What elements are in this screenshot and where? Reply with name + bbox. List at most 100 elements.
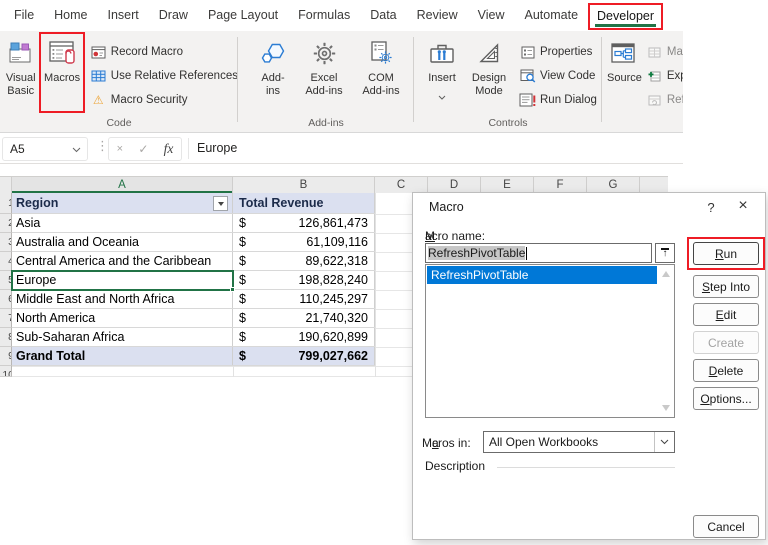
code-small-buttons: Record Macro Use Relative References ⚠ M… (89, 40, 238, 112)
design-mode-button[interactable]: Design Mode (465, 37, 513, 97)
view-code-label: View Code (540, 70, 596, 82)
formula-bar: A5 ⋮ × ✓ fx Europe (0, 134, 683, 164)
table-row: Asia $126,861,473 (12, 214, 375, 233)
options-button[interactable]: Options... (693, 387, 759, 410)
chevron-down-icon[interactable] (72, 142, 81, 156)
source-button[interactable]: Source (607, 37, 642, 85)
cell-amount[interactable]: $61,109,116 (233, 233, 375, 251)
excel-addins-button[interactable]: Excel Add-ins (297, 37, 351, 97)
use-relative-references-button[interactable]: Use Relative References (89, 64, 238, 88)
tab-insert[interactable]: Insert (98, 1, 149, 30)
name-box[interactable]: A5 (2, 137, 88, 161)
macro-list-item-selected[interactable]: RefreshPivotTable (427, 266, 657, 284)
ribbon-group-controls: Insert Design Mode Properties View Code … (414, 31, 602, 132)
macro-name-input[interactable]: RefreshPivotTable (425, 243, 652, 263)
expansion-packs-button[interactable]: Expansion Packs (645, 64, 683, 88)
run-button[interactable]: Run (693, 242, 759, 265)
column-header-a[interactable]: A (12, 177, 233, 194)
tab-review[interactable]: Review (407, 1, 468, 30)
tab-data[interactable]: Data (360, 1, 406, 30)
macro-list[interactable]: RefreshPivotTable (425, 264, 675, 418)
filter-dropdown-icon[interactable] (213, 195, 228, 211)
view-code-button[interactable]: View Code (518, 64, 597, 88)
addins-button[interactable]: Add-ins (251, 37, 295, 97)
run-dialog-button[interactable]: Run Dialog (518, 88, 597, 112)
record-macro-icon (89, 46, 108, 59)
cell-region[interactable]: North America (12, 309, 233, 327)
macros-in-select[interactable]: All Open Workbooks (483, 431, 675, 453)
cell-amount[interactable]: $89,622,318 (233, 252, 375, 270)
row-header-6[interactable]: 6 (0, 290, 12, 309)
row-header-8[interactable]: 8 (0, 328, 12, 347)
edit-button[interactable]: Edit (693, 303, 759, 326)
push-up-button[interactable]: ↑ (655, 243, 675, 263)
record-macro-button[interactable]: Record Macro (89, 40, 238, 64)
formula-input[interactable]: Europe (197, 134, 237, 163)
cell-region[interactable]: Australia and Oceania (12, 233, 233, 251)
properties-button[interactable]: Properties (518, 40, 597, 64)
macros-label: Macros (44, 72, 81, 84)
column-headers: A B C D E F G (0, 176, 668, 194)
cell-region[interactable]: Asia (12, 214, 233, 232)
tab-file[interactable]: File (4, 1, 44, 30)
cancel-button[interactable]: Cancel (693, 515, 759, 538)
row-header-2[interactable]: 2 (0, 214, 12, 233)
select-all-corner[interactable] (0, 177, 12, 194)
table-row: Middle East and North Africa $110,245,29… (12, 290, 375, 309)
cell-region-selected[interactable]: Europe (12, 271, 233, 289)
cell-amount[interactable]: $190,620,899 (233, 328, 375, 346)
map-properties-button[interactable]: Map Properties (645, 40, 683, 64)
row-header-7[interactable]: 7 (0, 309, 12, 328)
row-header-9[interactable]: 9 (0, 347, 12, 366)
close-icon[interactable]: × (735, 197, 751, 215)
cell-grand-total-label[interactable]: Grand Total (12, 347, 233, 365)
scroll-down-icon[interactable] (662, 405, 670, 411)
tab-formulas[interactable]: Formulas (288, 1, 360, 30)
chevron-down-icon[interactable] (654, 432, 674, 452)
row-header-3[interactable]: 3 (0, 233, 12, 252)
row-header-5[interactable]: 5 (0, 271, 12, 290)
visual-basic-button[interactable]: Visual Basic (1, 37, 40, 97)
excel-addins-label: Excel (310, 72, 338, 84)
text-caret (526, 246, 528, 260)
step-into-button[interactable]: Step Into (693, 275, 759, 298)
cell-grand-total-amount[interactable]: $799,027,662 (233, 347, 375, 365)
cell-region[interactable]: Sub-Saharan Africa (12, 328, 233, 346)
ribbon-group-xml: Source Map Properties (602, 31, 683, 132)
help-button[interactable]: ? (705, 200, 717, 215)
cell-region[interactable]: Central America and the Caribbean (12, 252, 233, 270)
com-addins-button[interactable]: COM Add-ins (353, 37, 409, 97)
insert-function-icon[interactable]: fx (164, 141, 174, 157)
cell-amount[interactable]: $198,828,240 (233, 271, 375, 289)
tab-automate[interactable]: Automate (515, 1, 589, 30)
row-header-10[interactable]: 10 (0, 366, 12, 377)
tab-view[interactable]: View (468, 1, 515, 30)
cell-region-header[interactable]: Region (12, 193, 233, 213)
cell-amount[interactable]: $21,740,320 (233, 309, 375, 327)
tab-home[interactable]: Home (44, 1, 97, 30)
refresh-data-button[interactable]: Refresh Data (645, 88, 683, 112)
toolbox-icon (430, 37, 454, 69)
cell-amount[interactable]: $110,245,297 (233, 290, 375, 308)
macros-button[interactable]: Macros (39, 32, 85, 113)
delete-button[interactable]: Delete (693, 359, 759, 382)
macro-security-button[interactable]: ⚠ Macro Security (89, 88, 238, 112)
tab-draw[interactable]: Draw (149, 1, 198, 30)
insert-control-button[interactable]: Insert (421, 37, 463, 105)
cell-total-revenue-header[interactable]: Total Revenue (233, 193, 375, 213)
tab-developer[interactable]: Developer (588, 2, 664, 30)
tab-page-layout[interactable]: Page Layout (198, 1, 288, 30)
group-label-controls: Controls (488, 117, 528, 129)
column-header-b[interactable]: B (233, 177, 375, 194)
row-header-4[interactable]: 4 (0, 252, 12, 271)
cell-region[interactable]: Middle East and North Africa (12, 290, 233, 308)
cell-amount[interactable]: $126,861,473 (233, 214, 375, 232)
use-relative-references-label: Use Relative References (110, 70, 238, 82)
row-header-1[interactable]: 1 (0, 193, 12, 214)
group-label-code: Code (106, 117, 132, 129)
table-row: Central America and the Caribbean $89,62… (12, 252, 375, 271)
scroll-up-icon[interactable] (662, 271, 670, 277)
confirm-entry-icon[interactable]: ✓ (138, 142, 148, 156)
cancel-entry-icon[interactable]: × (117, 143, 123, 155)
description-divider (497, 467, 675, 468)
